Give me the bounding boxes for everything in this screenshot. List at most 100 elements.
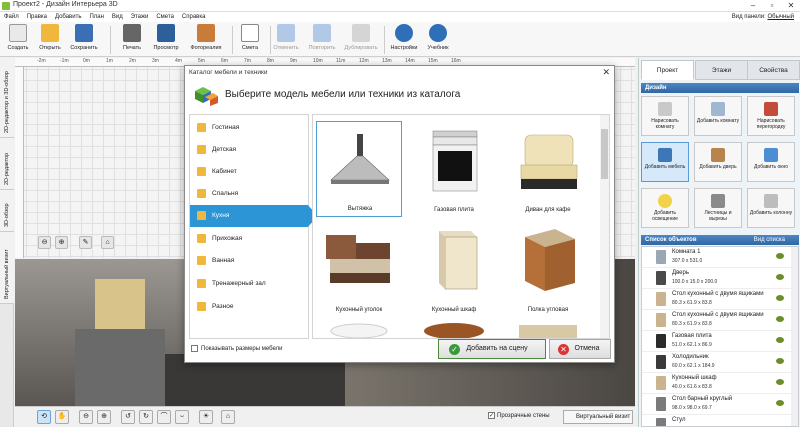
category-kitchen[interactable]: Кухня	[190, 205, 318, 227]
estimate-button[interactable]: Смета	[232, 24, 268, 56]
menu-edit[interactable]: Правка	[27, 12, 47, 22]
home-icon[interactable]: ⌂	[101, 236, 114, 249]
add-door-button[interactable]: Добавить дверь	[694, 142, 742, 182]
tilt-down-icon[interactable]: ⌣	[175, 410, 189, 424]
eye-icon[interactable]	[776, 274, 784, 280]
print-button[interactable]: Печать	[114, 24, 150, 56]
undo-button[interactable]: Отменить	[268, 24, 304, 56]
items-scrollbar[interactable]	[600, 115, 609, 338]
add-lighting-button[interactable]: Добавить освещение	[641, 188, 689, 228]
menu-help[interactable]: Справка	[182, 12, 206, 22]
panel-view-value[interactable]: Обычный	[767, 14, 794, 20]
show-sizes-checkbox[interactable]: Показывать размеры мебели	[191, 345, 283, 352]
category-misc[interactable]: Разное	[190, 296, 308, 318]
rotate-left-icon[interactable]: ↺	[121, 410, 135, 424]
eye-icon[interactable]	[776, 358, 784, 364]
zoom-out-3d-icon[interactable]: ⊖	[79, 410, 93, 424]
item-counter[interactable]	[505, 319, 591, 338]
category-bathroom[interactable]: Ванная	[190, 250, 308, 272]
add-column-button[interactable]: Добавить колонну	[747, 188, 795, 228]
list-item[interactable]: Дверь 100.0 x 15.0 x 200.0	[642, 268, 792, 289]
item-corner-shelf[interactable]: Полка угловая	[505, 221, 591, 317]
eye-icon[interactable]	[776, 316, 784, 322]
category-kids[interactable]: Детская	[190, 139, 308, 161]
objects-list[interactable]: Комната 1 307.0 x 531.0 Дверь 100.0 x 15.0…	[641, 246, 799, 427]
objects-scrollbar[interactable]	[791, 247, 798, 426]
list-item[interactable]: Кухонный шкаф 40.0 x 61.6 x 83.8	[642, 373, 792, 394]
stairs-button[interactable]: Лестницы и вырезы	[694, 188, 742, 228]
tab-properties[interactable]: Свойства	[747, 60, 800, 80]
category-hallway[interactable]: Прихожая	[190, 228, 308, 250]
eye-icon[interactable]	[776, 295, 784, 301]
settings-button[interactable]: Настройки	[386, 24, 422, 56]
duplicate-button[interactable]: Дублировать	[340, 24, 382, 56]
list-item[interactable]: Стол барный круглый 98.0 x 98.0 x 69.7	[642, 394, 792, 415]
draw-partition-button[interactable]: Нарисовать перегородку	[747, 96, 795, 136]
minimize-icon[interactable]: –	[744, 0, 762, 12]
tab-floors[interactable]: Этажи	[695, 60, 748, 80]
list-item[interactable]: Холодильник 60.0 x 62.1 x 184.9	[642, 352, 792, 373]
draw-room-button[interactable]: Нарисовать комнату	[641, 96, 689, 136]
zoom-in-3d-icon[interactable]: ⊕	[97, 410, 111, 424]
item-cafe-sofa[interactable]: Диван для кафе	[505, 121, 591, 217]
eye-icon[interactable]	[776, 337, 784, 343]
rotate-right-icon[interactable]: ↻	[139, 410, 153, 424]
open-button[interactable]: Открыть	[32, 24, 68, 56]
zoom-out-icon[interactable]: ⊖	[38, 236, 51, 249]
category-gym[interactable]: Тренажерный зал	[190, 273, 308, 295]
menu-estimate[interactable]: Смета	[156, 12, 174, 22]
category-office[interactable]: Кабинет	[190, 161, 308, 183]
panel-view-selector[interactable]: Вид панели: Обычный	[732, 12, 794, 22]
item-hood[interactable]: Вытяжка	[316, 121, 402, 217]
preview-button[interactable]: Просмотр	[148, 24, 184, 56]
transparent-walls-checkbox[interactable]: ✓ Прозрачные стены	[488, 412, 550, 419]
eye-icon[interactable]	[776, 253, 784, 259]
list-item[interactable]: Стул	[642, 415, 792, 426]
zoom-in-icon[interactable]: ⊕	[55, 236, 68, 249]
save-button[interactable]: Сохранить	[66, 24, 102, 56]
dialog-close-icon[interactable]: ✕	[602, 66, 610, 79]
item-kitchen-cabinet[interactable]: Кухонный шкаф	[411, 221, 497, 317]
tab-3d[interactable]: 3D-обзор	[0, 190, 14, 232]
cancel-button[interactable]: ✕ Отмена	[549, 339, 611, 359]
add-window-button[interactable]: Добавить окно	[747, 142, 795, 182]
tab-2d-3d[interactable]: 2D-редактор и 3D-обзор	[0, 58, 14, 138]
list-item[interactable]: Газовая плита 51.0 x 62.1 x 86.9	[642, 331, 792, 352]
camera-home-icon[interactable]: ⌂	[221, 410, 235, 424]
light-icon[interactable]: ☀	[199, 410, 213, 424]
maximize-icon[interactable]: ▫	[763, 0, 781, 12]
menu-add[interactable]: Добавить	[55, 12, 82, 22]
items-scroll-thumb[interactable]	[601, 129, 608, 179]
tab-virtual-visit[interactable]: Виртуальный визит	[0, 232, 14, 304]
eye-icon[interactable]	[776, 379, 784, 385]
list-item[interactable]: Комната 1 307.0 x 531.0	[642, 247, 792, 268]
add-furniture-button[interactable]: Добавить мебель	[641, 142, 689, 182]
add-room-button[interactable]: Добавить комнату	[694, 96, 742, 136]
view-list-dropdown[interactable]: Вид списка	[754, 235, 785, 245]
photo-button[interactable]: Фотореалия	[188, 24, 224, 56]
virtual-visit-button[interactable]: Виртуальный визит	[563, 410, 633, 424]
add-to-scene-button[interactable]: ✓ Добавить на сцену	[438, 339, 546, 359]
orbit-icon[interactable]: ⟲	[37, 410, 51, 424]
tab-2d[interactable]: 2D-редактор	[0, 138, 14, 190]
item-gas-stove[interactable]: Газовая плита	[411, 121, 497, 217]
tilt-up-icon[interactable]: ⌒	[157, 410, 171, 424]
category-living-room[interactable]: Гостиная	[190, 117, 308, 139]
eye-icon[interactable]	[776, 400, 784, 406]
redo-button[interactable]: Повторить	[304, 24, 340, 56]
menu-file[interactable]: Файл	[4, 12, 19, 22]
category-bedroom[interactable]: Спальня	[190, 183, 308, 205]
menu-plan[interactable]: План	[89, 12, 103, 22]
list-item[interactable]: Стол кухонный с двумя ящиками 80.3 x 61.9…	[642, 289, 792, 310]
menu-view[interactable]: Вид	[112, 12, 123, 22]
tutorial-button[interactable]: Учебник	[420, 24, 456, 56]
item-round-table-wood[interactable]	[411, 319, 497, 338]
menu-floors[interactable]: Этажи	[131, 12, 149, 22]
ruler-icon[interactable]: ✎	[79, 236, 92, 249]
create-button[interactable]: Создать	[0, 24, 36, 56]
close-icon[interactable]: ✕	[782, 0, 800, 12]
item-kitchen-corner[interactable]: Кухонный уголок	[316, 221, 402, 317]
tab-project[interactable]: Проект	[641, 60, 694, 80]
item-round-table-white[interactable]	[316, 319, 402, 338]
hand-icon[interactable]: ✋	[55, 410, 69, 424]
